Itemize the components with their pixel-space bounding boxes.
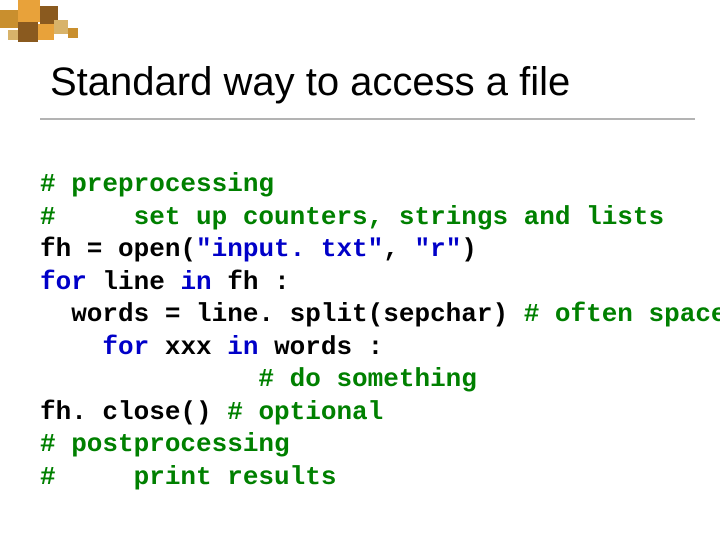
- deco-square: [18, 22, 38, 42]
- code-text: fh = open(: [40, 234, 196, 264]
- code-comment: # postprocessing: [40, 429, 290, 459]
- code-keyword: for: [40, 267, 87, 297]
- code-text: words = line. split(sepchar): [40, 299, 524, 329]
- code-text: [40, 332, 102, 362]
- code-text: fh. close(): [40, 397, 227, 427]
- code-comment: # often space: [524, 299, 720, 329]
- code-comment: # set up counters, strings and lists: [40, 202, 664, 232]
- code-text: xxx: [149, 332, 227, 362]
- code-text: ,: [383, 234, 414, 264]
- slide-title: Standard way to access a file: [50, 60, 690, 104]
- deco-square: [38, 24, 54, 40]
- code-comment: # optional: [227, 397, 383, 427]
- slide: Standard way to access a file # preproce…: [0, 0, 720, 540]
- code-text: line: [87, 267, 181, 297]
- deco-square: [18, 0, 40, 22]
- deco-square: [0, 10, 18, 28]
- title-underline: [40, 118, 695, 120]
- deco-square: [8, 30, 18, 40]
- deco-square: [54, 20, 68, 34]
- code-comment: # preprocessing: [40, 169, 274, 199]
- code-comment: # print results: [40, 462, 336, 492]
- code-keyword: in: [180, 267, 211, 297]
- code-keyword: for: [102, 332, 149, 362]
- code-text: fh :: [212, 267, 290, 297]
- corner-decoration: [0, 0, 108, 48]
- code-keyword: in: [227, 332, 258, 362]
- deco-square: [68, 28, 78, 38]
- code-text: words :: [258, 332, 383, 362]
- code-string: "r": [414, 234, 461, 264]
- code-text: ): [461, 234, 477, 264]
- code-comment: # do something: [40, 364, 477, 394]
- code-string: "input. txt": [196, 234, 383, 264]
- code-block: # preprocessing # set up counters, strin…: [40, 168, 700, 493]
